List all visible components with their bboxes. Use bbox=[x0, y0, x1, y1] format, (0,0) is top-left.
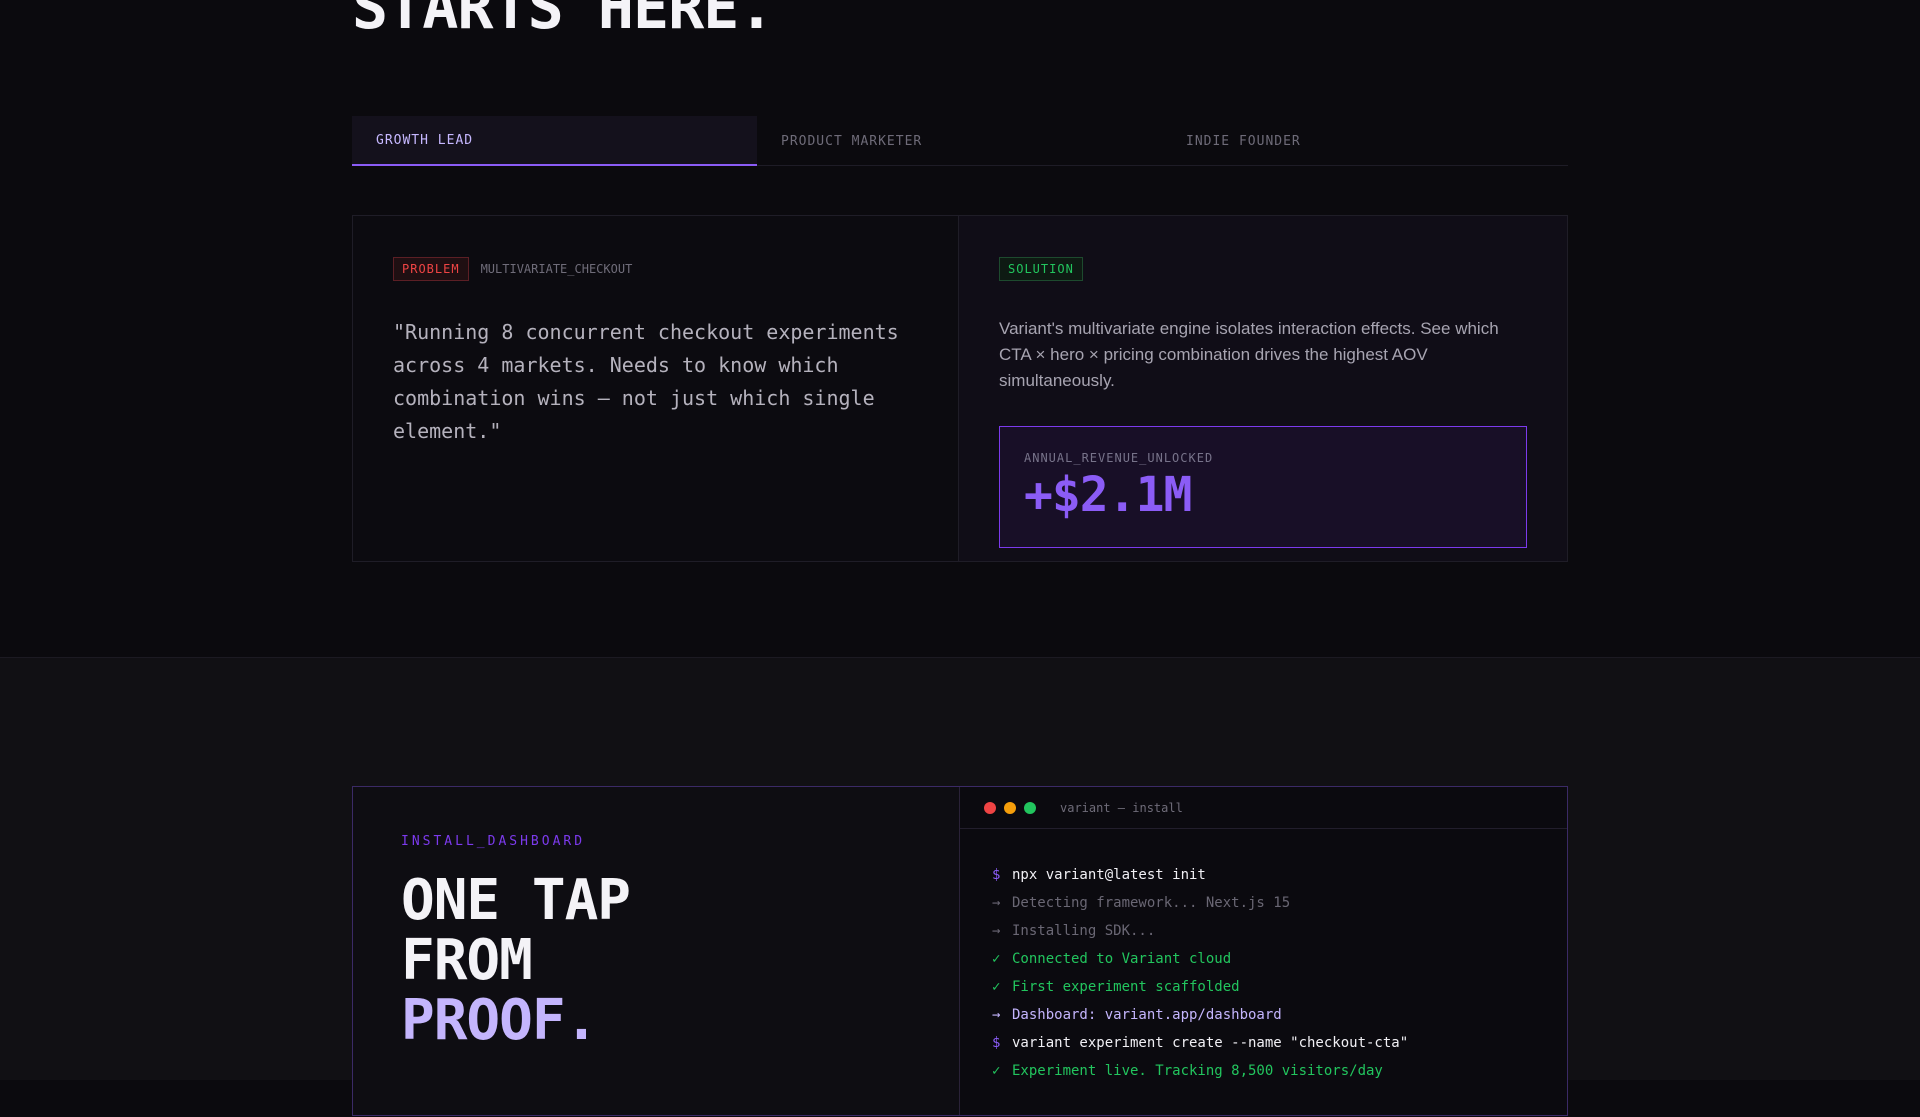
problem-badge: PROBLEM bbox=[393, 257, 469, 281]
heading-line-2: FROM bbox=[401, 928, 533, 993]
terminal-titlebar: variant — install bbox=[960, 787, 1567, 829]
install-kicker: INSTALL_DASHBOARD bbox=[401, 834, 586, 849]
terminal-line-prefix: → bbox=[992, 923, 1001, 939]
persona-tabs: GROWTH LEAD PRODUCT MARKETER INDIE FOUND… bbox=[352, 116, 1568, 166]
terminal-line-prefix: → bbox=[992, 895, 1001, 911]
terminal-title: variant — install bbox=[1060, 800, 1183, 815]
solution-text: Variant's multivariate engine isolates i… bbox=[999, 319, 1499, 390]
case-card: PROBLEM MULTIVARIATE_CHECKOUT "Running 8… bbox=[352, 215, 1568, 562]
terminal-line-text: variant experiment create --name "checko… bbox=[1012, 1035, 1409, 1051]
revenue-metric: ANNUAL_REVENUE_UNLOCKED +$2.1M bbox=[999, 426, 1527, 548]
problem-panel: PROBLEM MULTIVARIATE_CHECKOUT "Running 8… bbox=[353, 216, 959, 561]
terminal-line-text: npx variant@latest init bbox=[1012, 867, 1206, 883]
terminal-line: ✓ First experiment scaffolded bbox=[992, 973, 1535, 1001]
terminal-line-text: Installing SDK... bbox=[1012, 923, 1156, 939]
solution-badge: SOLUTION bbox=[999, 257, 1083, 281]
terminal-output: $ npx variant@latest init → Detecting frame… bbox=[960, 829, 1567, 1117]
terminal-line: ✓ Connected to Variant cloud bbox=[992, 945, 1535, 973]
close-dot-icon[interactable] bbox=[984, 801, 996, 814]
terminal-line-prefix: ✓ bbox=[992, 979, 1001, 995]
problem-quote: "Running 8 concurrent checkout experimen… bbox=[393, 320, 899, 443]
solution-panel: SOLUTION Variant's multivariate engine i… bbox=[959, 216, 1567, 561]
terminal-line-text: Dashboard: variant.app/dashboard bbox=[1012, 1007, 1282, 1023]
maximize-dot-icon[interactable] bbox=[1024, 801, 1036, 814]
heading-line-1: ONE TAP bbox=[401, 868, 631, 933]
terminal-line-text: First experiment scaffolded bbox=[1012, 979, 1240, 995]
terminal-line: $ npx variant@latest init bbox=[992, 861, 1535, 889]
terminal-line-text: Detecting framework... Next.js 15 bbox=[1012, 895, 1291, 911]
tab-growth-lead[interactable]: GROWTH LEAD bbox=[352, 116, 757, 166]
terminal-line-prefix: ✓ bbox=[992, 951, 1001, 967]
terminal-line-prefix: → bbox=[992, 1007, 1001, 1023]
terminal-line: ✓ Experiment live. Tracking 8,500 visitor… bbox=[992, 1057, 1535, 1085]
tab-product-marketer[interactable]: PRODUCT MARKETER bbox=[757, 116, 1162, 166]
minimize-dot-icon[interactable] bbox=[1004, 801, 1016, 814]
install-card: INSTALL_DASHBOARD ONE TAP FROM PROOF. va… bbox=[352, 786, 1568, 1116]
terminal-window: variant — install $ npx variant@latest in… bbox=[960, 787, 1567, 1115]
terminal-line: $ variant experiment create --name "check… bbox=[992, 1029, 1535, 1057]
terminal-line-text: Experiment live. Tracking 8,500 visitors… bbox=[1012, 1063, 1383, 1079]
terminal-line-prefix: ✓ bbox=[992, 1063, 1001, 1079]
metric-label: ANNUAL_REVENUE_UNLOCKED bbox=[1024, 451, 1214, 465]
terminal-line-text: Connected to Variant cloud bbox=[1012, 951, 1232, 967]
terminal-line: → Detecting framework... Next.js 15 bbox=[992, 889, 1535, 917]
metric-value: +$2.1M bbox=[1024, 467, 1192, 523]
tab-indie-founder[interactable]: INDIE FOUNDER bbox=[1162, 116, 1567, 166]
terminal-line: → Installing SDK... bbox=[992, 917, 1535, 945]
terminal-line-prefix: $ bbox=[992, 1035, 1001, 1051]
terminal-line: → Dashboard: variant.app/dashboard bbox=[992, 1001, 1535, 1029]
install-intro: INSTALL_DASHBOARD ONE TAP FROM PROOF. bbox=[353, 787, 960, 1115]
hero-title: STARTS HERE. bbox=[352, 0, 774, 43]
heading-line-3: PROOF. bbox=[401, 988, 598, 1053]
terminal-line-prefix: $ bbox=[992, 867, 1001, 883]
problem-id: MULTIVARIATE_CHECKOUT bbox=[480, 262, 633, 276]
install-heading: ONE TAP FROM PROOF. bbox=[401, 871, 911, 1051]
